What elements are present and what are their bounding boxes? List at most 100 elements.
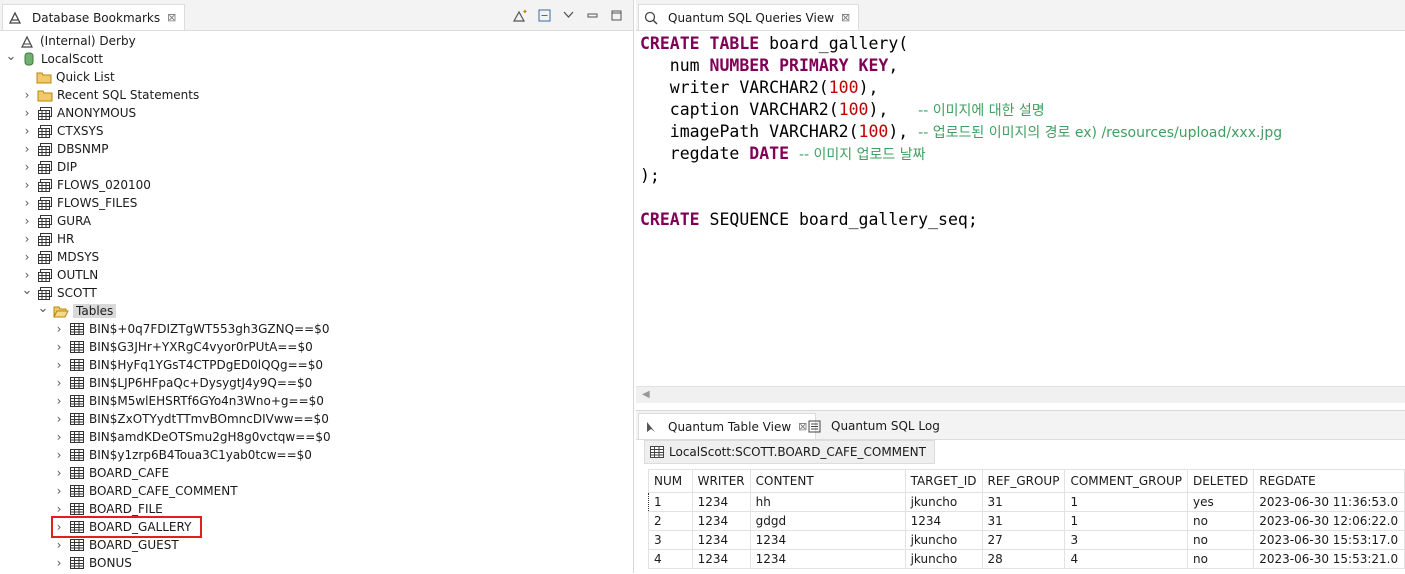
sql-text: writer VARCHAR2(	[640, 78, 829, 97]
column-header[interactable]: DELETED	[1186, 469, 1255, 493]
close-icon[interactable]: ⊠	[167, 11, 176, 24]
collapsed-twisty-icon[interactable]: ›	[52, 322, 66, 336]
collapsed-twisty-icon[interactable]: ›	[52, 538, 66, 552]
tree-item[interactable]: › BIN$y1zrp6B4Toua3C1yab0tcw==$0	[52, 446, 312, 464]
collapsed-twisty-icon[interactable]: ›	[20, 124, 34, 138]
sql-keyword: NUMBER PRIMARY KEY	[709, 56, 889, 75]
collapsed-twisty-icon[interactable]: ›	[52, 448, 66, 462]
tree-item[interactable]: › GURA	[20, 212, 92, 230]
tree-item[interactable]: › BONUS	[52, 554, 132, 572]
tree-item-label: BOARD_CAFE	[89, 466, 170, 480]
column-header[interactable]: TARGET_ID	[904, 469, 983, 493]
collapsed-twisty-icon[interactable]: ›	[52, 466, 66, 480]
sql-comment: -- 이미지 업로드 날짜	[798, 147, 926, 163]
table-row[interactable]: 1 1234 hh jkuncho 31 1 yes 2023-06-30 11:36:53.…	[648, 492, 1405, 512]
expanded-twisty-icon[interactable]: ⌄	[4, 49, 18, 64]
tree-item[interactable]: › BIN$HyFq1YGsT4CTPDgED0lQQg==$0	[52, 356, 323, 374]
tab-database-bookmarks[interactable]: Database Bookmarks ⊠	[2, 4, 186, 30]
table-row[interactable]: 2 1234 gdgd 1234 31 1 no 2023-06-30 12:06:22.0	[648, 511, 1405, 531]
table-icon	[69, 357, 85, 373]
tree-item[interactable]: › CTXSYS	[20, 122, 104, 140]
tree-item[interactable]: › MDSYS	[20, 248, 100, 266]
tree-item[interactable]: › BOARD_CAFE	[52, 464, 170, 482]
collapsed-twisty-icon[interactable]: ›	[52, 376, 66, 390]
horizontal-scrollbar[interactable]: ◀	[636, 386, 1405, 403]
collapsed-twisty-icon[interactable]: ›	[20, 250, 34, 264]
expanded-twisty-icon[interactable]: ⌄	[20, 283, 34, 298]
result-table[interactable]: NUM WRITER CONTENT TARGET_ID REF_GROUP COMMEN…	[648, 469, 1405, 569]
column-header[interactable]: REGDATE	[1253, 469, 1405, 493]
column-header[interactable]: REF_GROUP	[981, 469, 1066, 493]
collapse-all-icon[interactable]	[537, 8, 551, 22]
collapsed-twisty-icon[interactable]: ›	[20, 268, 34, 282]
tab-quantum-sql-queries[interactable]: Quantum SQL Queries View ⊠	[638, 4, 860, 30]
table-icon	[69, 321, 85, 337]
tree-item[interactable]: Quick List	[36, 68, 115, 86]
maximize-icon[interactable]	[609, 8, 623, 22]
tree-item[interactable]: › FLOWS_020100	[20, 176, 151, 194]
sql-editor[interactable]: CREATE TABLE board_gallery( num NUMBER P…	[640, 33, 1405, 231]
table-row[interactable]: 4 1234 1234 jkuncho 28 4 no 2023-06-30 15:53:21…	[648, 549, 1405, 569]
tree-item[interactable]: › BOARD_CAFE_COMMENT	[52, 482, 238, 500]
collapsed-twisty-icon[interactable]: ›	[20, 160, 34, 174]
tree-item-label: DBSNMP	[57, 142, 109, 156]
collapsed-twisty-icon[interactable]: ›	[52, 412, 66, 426]
column-header[interactable]: CONTENT	[749, 469, 906, 493]
tree-item[interactable]: › ANONYMOUS	[20, 104, 137, 122]
table-cell: jkuncho	[904, 530, 983, 550]
collapsed-twisty-icon[interactable]: ›	[20, 196, 34, 210]
tree-item[interactable]: › BIN$ZxOTYydtTTmvBOmncDIVww==$0	[52, 410, 329, 428]
column-header[interactable]: COMMENT_GROUP	[1064, 469, 1188, 493]
tree-item[interactable]: › BIN$LJP6HFpaQc+DysygtJ4y9Q==$0	[52, 374, 313, 392]
collapsed-twisty-icon[interactable]: ›	[52, 340, 66, 354]
bookmarks-tabbar: Database Bookmarks ⊠ ✦	[0, 0, 633, 31]
collapsed-twisty-icon[interactable]: ›	[20, 106, 34, 120]
tree-item[interactable]: › FLOWS_FILES	[20, 194, 138, 212]
tree-item[interactable]: › DIP	[20, 158, 77, 176]
collapsed-twisty-icon[interactable]: ›	[20, 88, 34, 102]
tab-quantum-sql-log[interactable]: Quantum SQL Log	[802, 413, 948, 439]
tree-item[interactable]: › DBSNMP	[20, 140, 109, 158]
view-menu-icon[interactable]	[561, 8, 575, 22]
tree-item[interactable]: › Recent SQL Statements	[20, 86, 200, 104]
table-icon	[69, 339, 85, 355]
tree-item[interactable]: ⌄ LocalScott	[4, 49, 104, 68]
tree-item[interactable]: › HR	[20, 230, 75, 248]
collapsed-twisty-icon[interactable]: ›	[52, 394, 66, 408]
tree-item[interactable]: (Internal) Derby	[20, 32, 136, 50]
column-header[interactable]: WRITER	[691, 469, 751, 493]
collapsed-twisty-icon[interactable]: ›	[20, 178, 34, 192]
schema-icon	[37, 105, 53, 121]
collapsed-twisty-icon[interactable]: ›	[20, 232, 34, 246]
close-icon[interactable]: ⊠	[841, 11, 850, 24]
collapsed-twisty-icon[interactable]: ›	[20, 214, 34, 228]
tree-item[interactable]: › BIN$amdKDeOTSmu2gH8g0vctqw==$0	[52, 428, 331, 446]
tree-item[interactable]: › BIN$M5wlEHSRTf6GYo4n3Wno+g==$0	[52, 392, 324, 410]
result-tab[interactable]: LocalScott:SCOTT.BOARD_CAFE_COMMENT	[644, 440, 935, 464]
collapsed-twisty-icon[interactable]: ›	[52, 430, 66, 444]
collapsed-twisty-icon[interactable]: ›	[52, 358, 66, 372]
minimize-icon[interactable]	[585, 8, 599, 22]
table-cell: 1234	[691, 511, 751, 531]
table-cell: 1	[1064, 492, 1188, 512]
collapsed-twisty-icon[interactable]: ›	[52, 484, 66, 498]
tree-item-label: BOARD_CAFE_COMMENT	[89, 484, 238, 498]
tree-item[interactable]: › BIN$G3JHr+YXRgC4vyor0rPUtA==$0	[52, 338, 313, 356]
scroll-left-icon[interactable]: ◀	[642, 389, 650, 400]
column-header[interactable]: NUM	[648, 469, 693, 493]
tab-quantum-table-view[interactable]: Quantum Table View ⊠	[638, 413, 817, 439]
collapsed-twisty-icon[interactable]: ›	[52, 502, 66, 516]
table-row[interactable]: 3 1234 1234 jkuncho 27 3 no 2023-06-30 15:53:17…	[648, 530, 1405, 550]
tree-item[interactable]: › BOARD_GUEST	[52, 536, 179, 554]
tree-item[interactable]: › BIN$+0q7FDIZTgWT553gh3GZNQ==$0	[52, 320, 330, 338]
tree-item[interactable]: ⌄ SCOTT	[20, 283, 97, 302]
expanded-twisty-icon[interactable]: ⌄	[36, 301, 50, 316]
collapsed-twisty-icon[interactable]: ›	[20, 142, 34, 156]
tree-item-label: BIN$G3JHr+YXRgC4vyor0rPUtA==$0	[89, 340, 313, 354]
collapsed-twisty-icon[interactable]: ›	[52, 556, 66, 570]
tree-item[interactable]: › OUTLN	[20, 266, 99, 284]
schema-icon	[37, 213, 53, 229]
table-cell: 1234	[749, 549, 906, 569]
tree-item[interactable]: ⌄ Tables	[36, 301, 117, 320]
new-bookmark-icon[interactable]: ✦	[513, 8, 527, 22]
